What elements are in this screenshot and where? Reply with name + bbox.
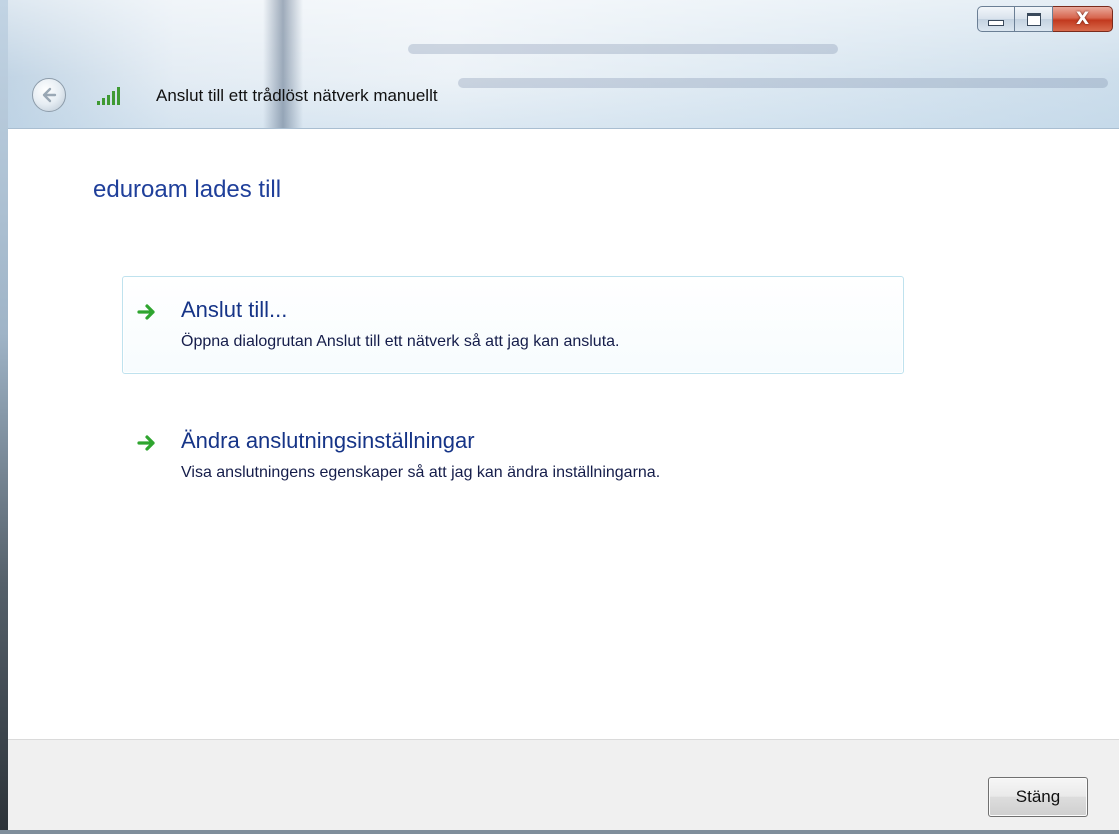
- window-title: Anslut till ett trådlöst nätverk manuell…: [156, 86, 438, 105]
- green-arrow-icon: [137, 435, 155, 451]
- background-blur: [263, 0, 303, 128]
- title-bar[interactable]: X Anslut till ett trådlöst nätverk manue…: [8, 0, 1119, 128]
- page-heading: eduroam lades till: [93, 176, 282, 203]
- window-border-left: [0, 0, 8, 834]
- window-border-bottom: [0, 830, 1119, 834]
- connect-to-description: Öppna dialogrutan Anslut till ett nätver…: [181, 333, 620, 350]
- green-arrow-icon: [137, 304, 155, 320]
- dialog-window: X Anslut till ett trådlöst nätverk manue…: [0, 0, 1119, 834]
- wireless-signal-icon: [97, 87, 120, 105]
- back-button[interactable]: [32, 78, 66, 112]
- footer-bar: Stäng: [8, 739, 1119, 831]
- content-area: eduroam lades till Anslut till... Öppna …: [8, 128, 1119, 740]
- change-settings-title: Ändra anslutningsinställningar: [181, 428, 475, 453]
- background-blur: [458, 78, 1108, 88]
- minimize-icon: [988, 20, 1004, 26]
- window-close-button[interactable]: X: [1053, 6, 1113, 32]
- connect-to-link[interactable]: Anslut till... Öppna dialogrutan Anslut …: [122, 276, 904, 374]
- change-connection-settings-link[interactable]: Ändra anslutningsinställningar Visa ansl…: [122, 407, 904, 505]
- background-blur: [408, 44, 838, 54]
- maximize-icon: [1026, 12, 1041, 26]
- caption-buttons: X: [977, 6, 1113, 34]
- back-arrow-icon: [42, 87, 57, 103]
- minimize-button[interactable]: [977, 6, 1015, 32]
- close-icon: X: [1075, 9, 1090, 29]
- close-dialog-button[interactable]: Stäng: [988, 777, 1088, 817]
- change-settings-description: Visa anslutningens egenskaper så att jag…: [181, 464, 661, 481]
- maximize-button[interactable]: [1015, 6, 1053, 32]
- connect-to-title: Anslut till...: [181, 297, 288, 322]
